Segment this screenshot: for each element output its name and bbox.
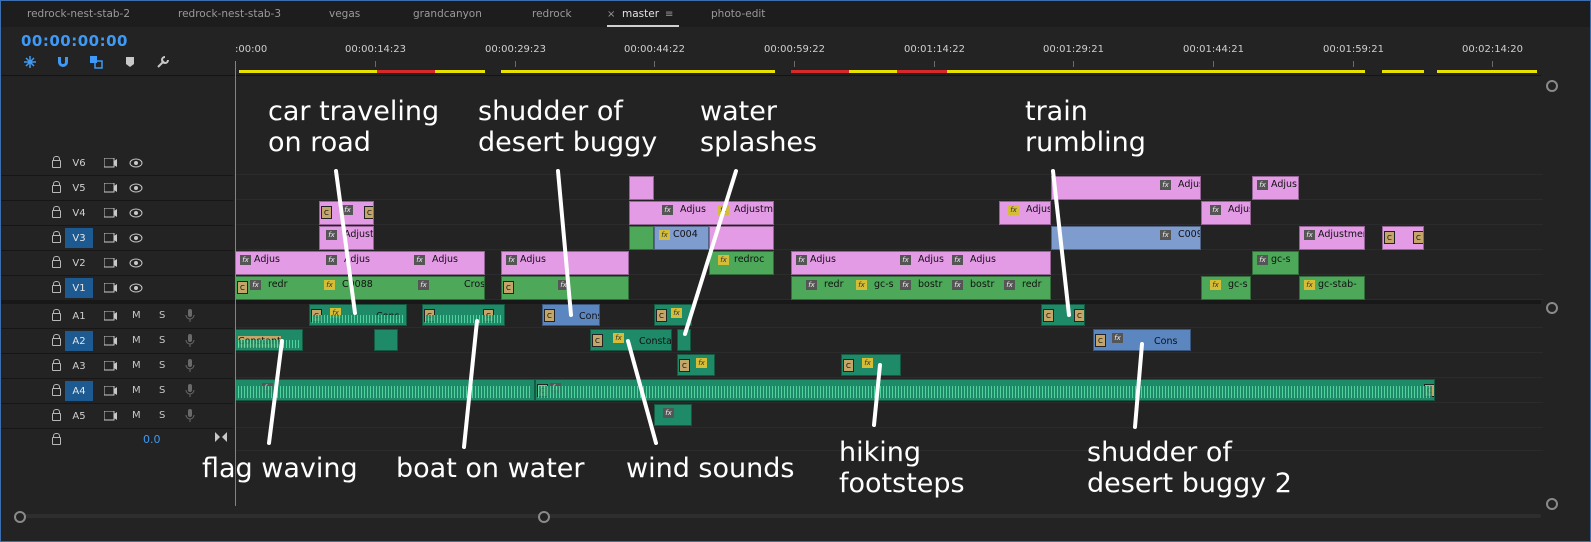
scroll-start-handle[interactable]	[14, 511, 26, 523]
annotation-text: car traveling on road	[268, 96, 440, 158]
vertical-scroll-handle[interactable]	[1546, 498, 1558, 510]
annotation-text: wind sounds	[626, 453, 795, 484]
annotation-text: shudder of desert buggy 2	[1087, 437, 1292, 499]
annotation-wind-sounds: wind sounds	[626, 453, 794, 484]
annotation-boat-on-water: boat on water	[396, 453, 585, 484]
scroll-end-handle[interactable]	[538, 511, 550, 523]
horizontal-scrollbar[interactable]	[11, 511, 1541, 523]
annotation-text: train rumbling	[1025, 96, 1146, 158]
annotation-text: boat on water	[396, 453, 585, 484]
annotation-text: hiking footsteps	[839, 437, 965, 499]
annotation-text: flag waving	[202, 453, 358, 484]
annotation-train-rumbling: train rumbling	[1025, 96, 1146, 158]
annotation-car-traveling: car traveling on road	[268, 96, 439, 158]
annotation-water-splashes: water splashes	[700, 96, 817, 158]
annotation-shudder-desert-buggy: shudder of desert buggy	[478, 96, 657, 158]
vertical-scroll-handle[interactable]	[1546, 302, 1558, 314]
annotation-shudder-desert-buggy-2: shudder of desert buggy 2	[1087, 437, 1292, 499]
premiere-timeline-panel: redrock-nest-stab-2 redrock-nest-stab-3 …	[0, 0, 1591, 542]
annotation-text: shudder of desert buggy	[478, 96, 658, 158]
annotation-text: water splashes	[700, 96, 818, 158]
vertical-scroll-handle[interactable]	[1546, 80, 1558, 92]
annotation-hiking-footsteps: hiking footsteps	[839, 437, 965, 499]
annotation-flag-waving: flag waving	[202, 453, 358, 484]
